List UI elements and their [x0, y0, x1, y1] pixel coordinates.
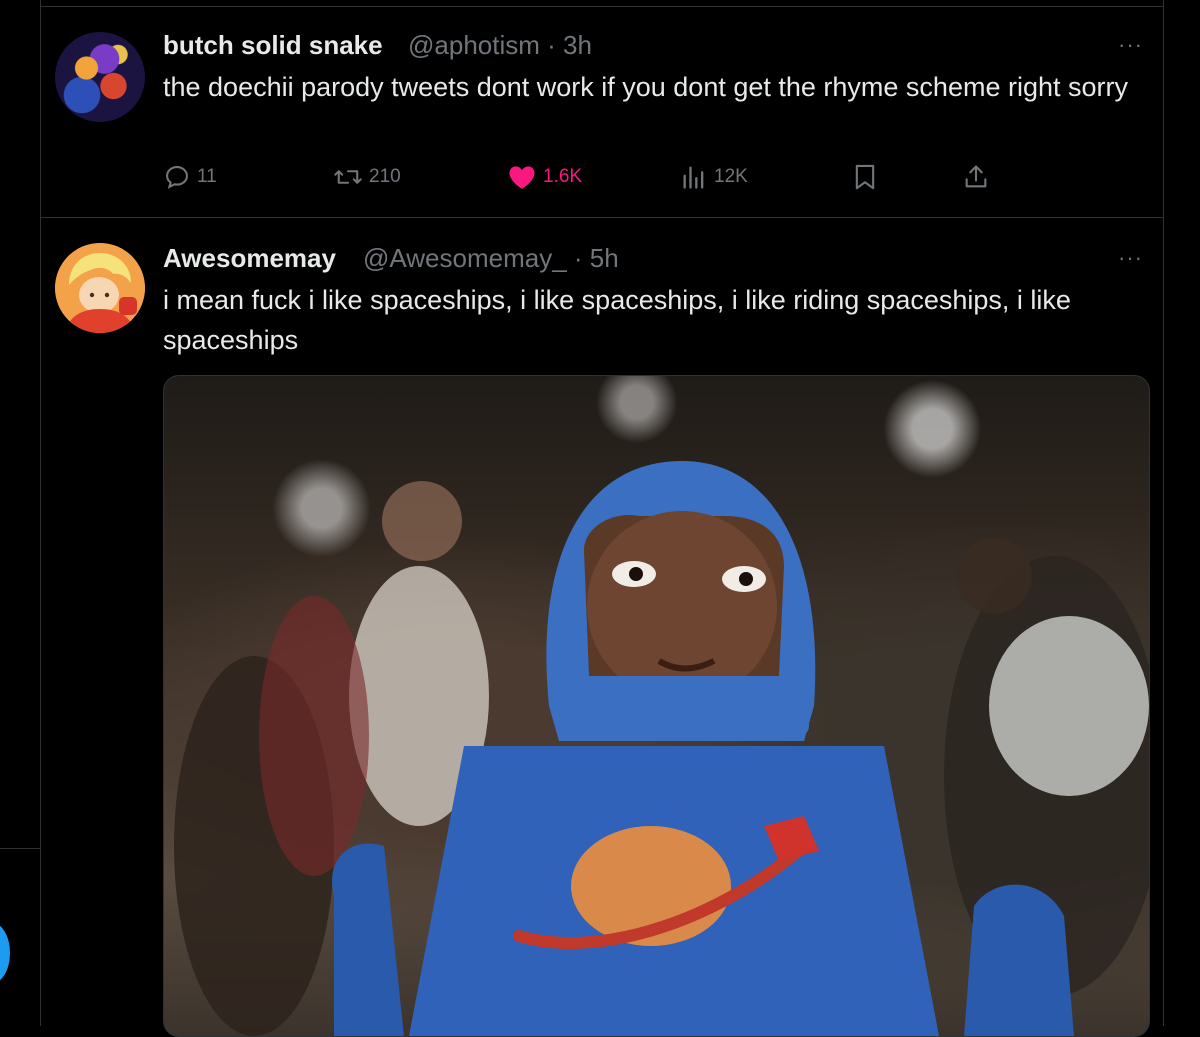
- tweet-text: i mean fuck i like spaceships, i like sp…: [163, 285, 1071, 355]
- views-count: 12K: [714, 166, 748, 187]
- tweet-text: the doechii parody tweets dont work if y…: [163, 72, 1128, 102]
- repost-count: 210: [369, 166, 401, 187]
- display-name[interactable]: butch solid snake: [163, 30, 383, 61]
- heart-icon: [507, 163, 537, 191]
- avatar-illustration: [55, 243, 145, 333]
- column-border-right: [1163, 0, 1164, 1026]
- tweet-media-image[interactable]: [163, 375, 1150, 1037]
- divider: [40, 6, 1164, 7]
- share-icon: [962, 163, 990, 191]
- bookmark-button[interactable]: [852, 163, 878, 191]
- column-border-left: [40, 0, 41, 1026]
- like-button[interactable]: 1.6K: [507, 163, 582, 191]
- compose-button[interactable]: [0, 922, 10, 984]
- repost-button[interactable]: 210: [333, 163, 401, 191]
- bookmark-icon: [852, 163, 878, 191]
- display-name[interactable]: Awesomemay: [163, 243, 336, 274]
- more-icon[interactable]: ···: [1118, 245, 1143, 271]
- reply-icon: [163, 163, 191, 191]
- tweet-divider: [40, 217, 1164, 218]
- share-button[interactable]: [962, 163, 990, 191]
- handle-and-time[interactable]: @aphotism · 3h: [408, 30, 592, 61]
- views-button[interactable]: 12K: [680, 163, 748, 191]
- avatar[interactable]: [55, 32, 145, 122]
- avatar[interactable]: [55, 243, 145, 333]
- like-count: 1.6K: [543, 166, 583, 187]
- repost-icon: [333, 163, 363, 191]
- reply-count: 11: [197, 166, 217, 187]
- views-icon: [680, 163, 708, 191]
- sidebar-divider: [0, 848, 40, 849]
- lego-astronaut-image: [174, 461, 1149, 1036]
- more-icon[interactable]: ···: [1118, 32, 1143, 58]
- handle-and-time[interactable]: @Awesomemay_ · 5h: [363, 243, 619, 274]
- reply-button[interactable]: 11: [163, 163, 217, 191]
